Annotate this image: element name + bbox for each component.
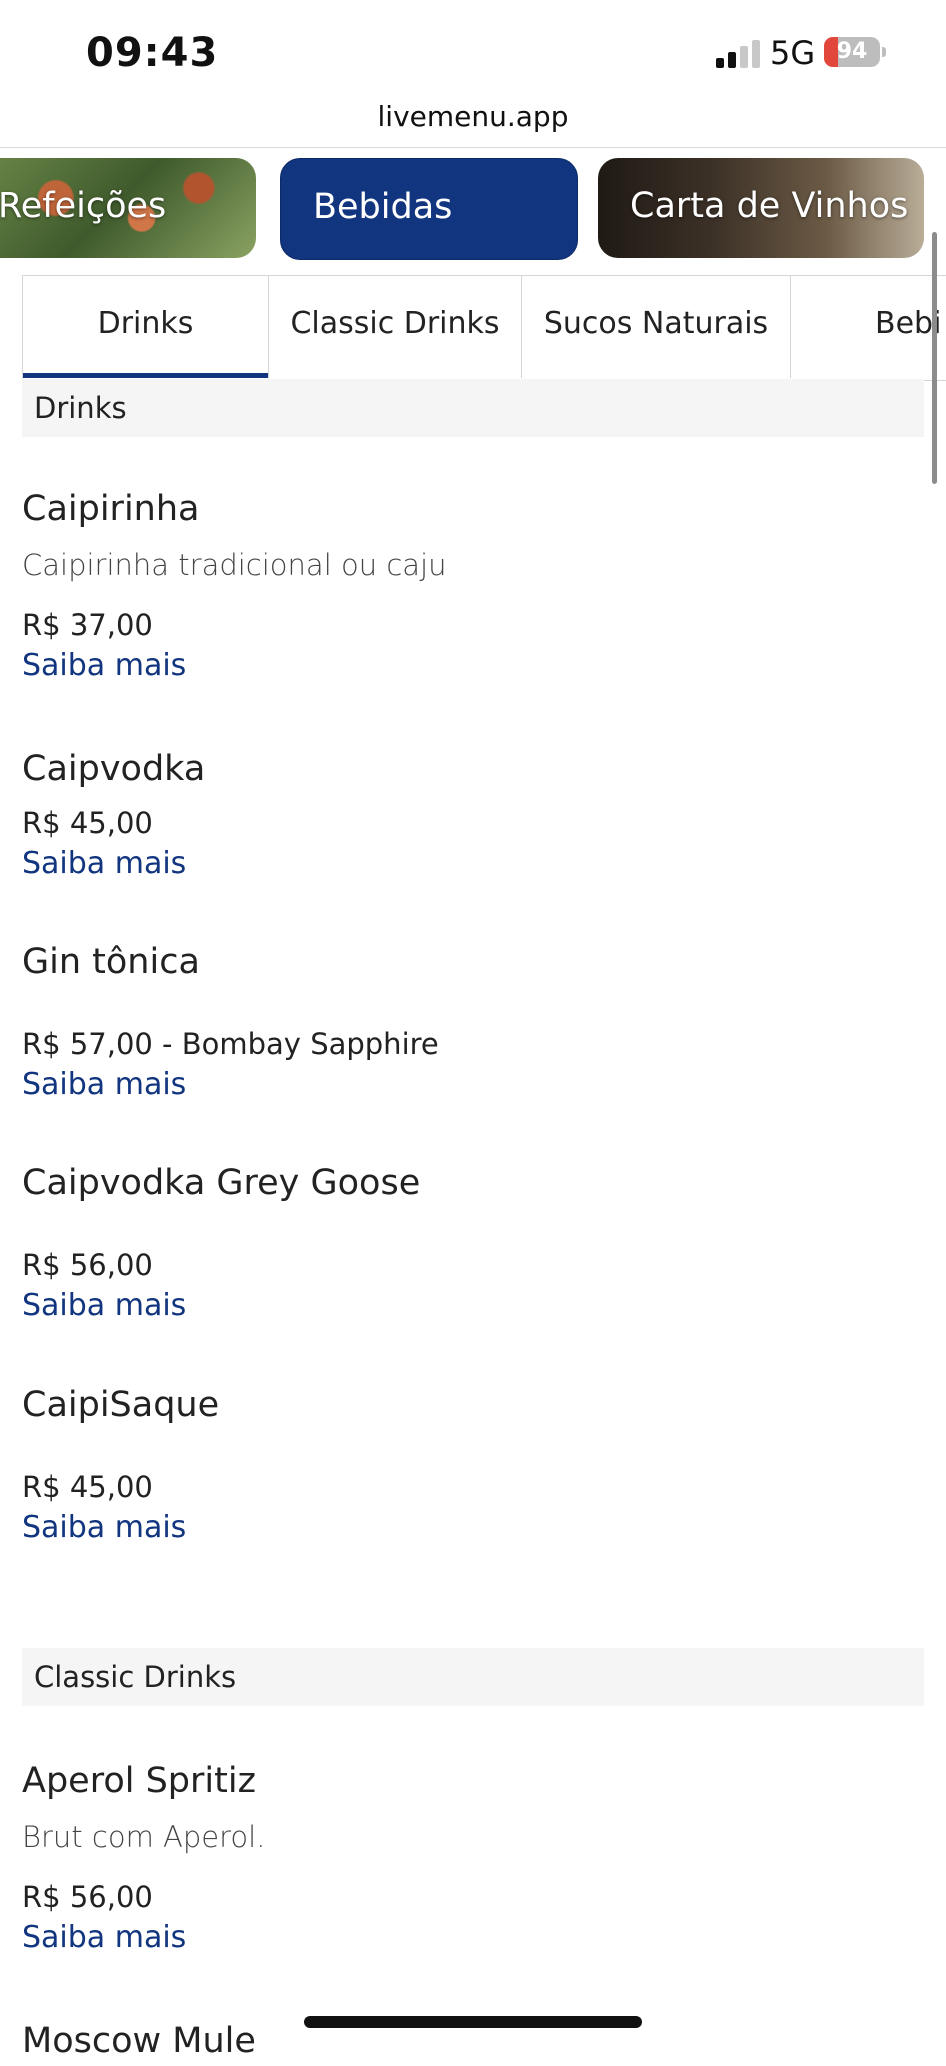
- item-name: Gin tônica: [22, 942, 200, 982]
- menu-item[interactable]: Aperol Spritiz Brut com Aperol. R$ 56,00…: [22, 1756, 902, 1955]
- tab-label: Classic Drinks: [290, 306, 500, 341]
- saiba-mais-link[interactable]: Saiba mais: [22, 1510, 902, 1545]
- category-label: Carta de Vinhos: [630, 186, 909, 226]
- category-label: Refeições: [0, 186, 167, 226]
- category-refeicoes[interactable]: Refeições: [0, 158, 256, 258]
- scrollbar[interactable]: [932, 232, 937, 484]
- divider: [0, 147, 946, 148]
- category-carta-de-vinhos[interactable]: Carta de Vinhos: [598, 158, 924, 258]
- category-bebidas[interactable]: Bebidas: [280, 158, 578, 260]
- status-time: 09:43: [86, 30, 219, 76]
- battery-icon: 94: [824, 37, 880, 67]
- tab-bebidas[interactable]: Bebi: [791, 276, 946, 378]
- subcategory-tabs[interactable]: Drinks Classic Drinks Sucos Naturais Beb…: [22, 275, 946, 381]
- saiba-mais-link[interactable]: Saiba mais: [22, 846, 902, 881]
- menu-item[interactable]: Caipirinha Caipirinha tradicional ou caj…: [22, 484, 902, 683]
- tab-label: Drinks: [97, 306, 194, 341]
- home-indicator: [304, 2016, 642, 2028]
- menu-item[interactable]: Gin tônica R$ 57,00 - Bombay Sapphire Sa…: [22, 937, 902, 1102]
- battery-level: 94: [836, 39, 868, 64]
- saiba-mais-link[interactable]: Saiba mais: [22, 648, 902, 683]
- tab-sucos-naturais[interactable]: Sucos Naturais: [522, 276, 791, 378]
- tab-drinks[interactable]: Drinks: [23, 276, 269, 378]
- signal-icon: [716, 40, 760, 68]
- url-bar[interactable]: livemenu.app: [0, 100, 946, 133]
- item-description: Brut com Aperol.: [22, 1820, 266, 1854]
- saiba-mais-link[interactable]: Saiba mais: [22, 1920, 902, 1955]
- item-name: CaipiSaque: [22, 1385, 220, 1425]
- item-description: Caipirinha tradicional ou caju: [22, 548, 447, 582]
- network-type: 5G: [770, 34, 816, 72]
- item-price: R$ 45,00: [22, 1470, 153, 1504]
- category-label: Bebidas: [313, 187, 453, 227]
- menu-item[interactable]: Caipvodka R$ 45,00 Saiba mais: [22, 744, 902, 881]
- item-name: Caipvodka Grey Goose: [22, 1163, 421, 1203]
- tab-label: Sucos Naturais: [543, 306, 769, 341]
- item-price: R$ 57,00 - Bombay Sapphire: [22, 1027, 439, 1061]
- item-price: R$ 45,00: [22, 806, 153, 840]
- item-name: Caipvodka: [22, 749, 206, 789]
- section-header-classic-drinks: Classic Drinks: [22, 1648, 924, 1706]
- category-carousel[interactable]: Refeições Bebidas Carta de Vinhos: [0, 158, 946, 262]
- item-price: R$ 37,00: [22, 608, 153, 642]
- item-price: R$ 56,00: [22, 1880, 153, 1914]
- battery-tip: [882, 47, 886, 57]
- section-header-drinks: Drinks: [22, 379, 924, 437]
- tab-classic-drinks[interactable]: Classic Drinks: [269, 276, 522, 378]
- menu-item[interactable]: Caipvodka Grey Goose R$ 56,00 Saiba mais: [22, 1158, 902, 1323]
- item-price: R$ 56,00: [22, 1248, 153, 1282]
- status-bar: 09:43 5G 94: [0, 0, 946, 100]
- saiba-mais-link[interactable]: Saiba mais: [22, 1288, 902, 1323]
- saiba-mais-link[interactable]: Saiba mais: [22, 1067, 902, 1102]
- item-name: Aperol Spritiz: [22, 1761, 256, 1801]
- active-tab-indicator: [23, 373, 268, 378]
- item-name: Caipirinha: [22, 489, 200, 529]
- menu-item[interactable]: CaipiSaque R$ 45,00 Saiba mais: [22, 1380, 902, 1545]
